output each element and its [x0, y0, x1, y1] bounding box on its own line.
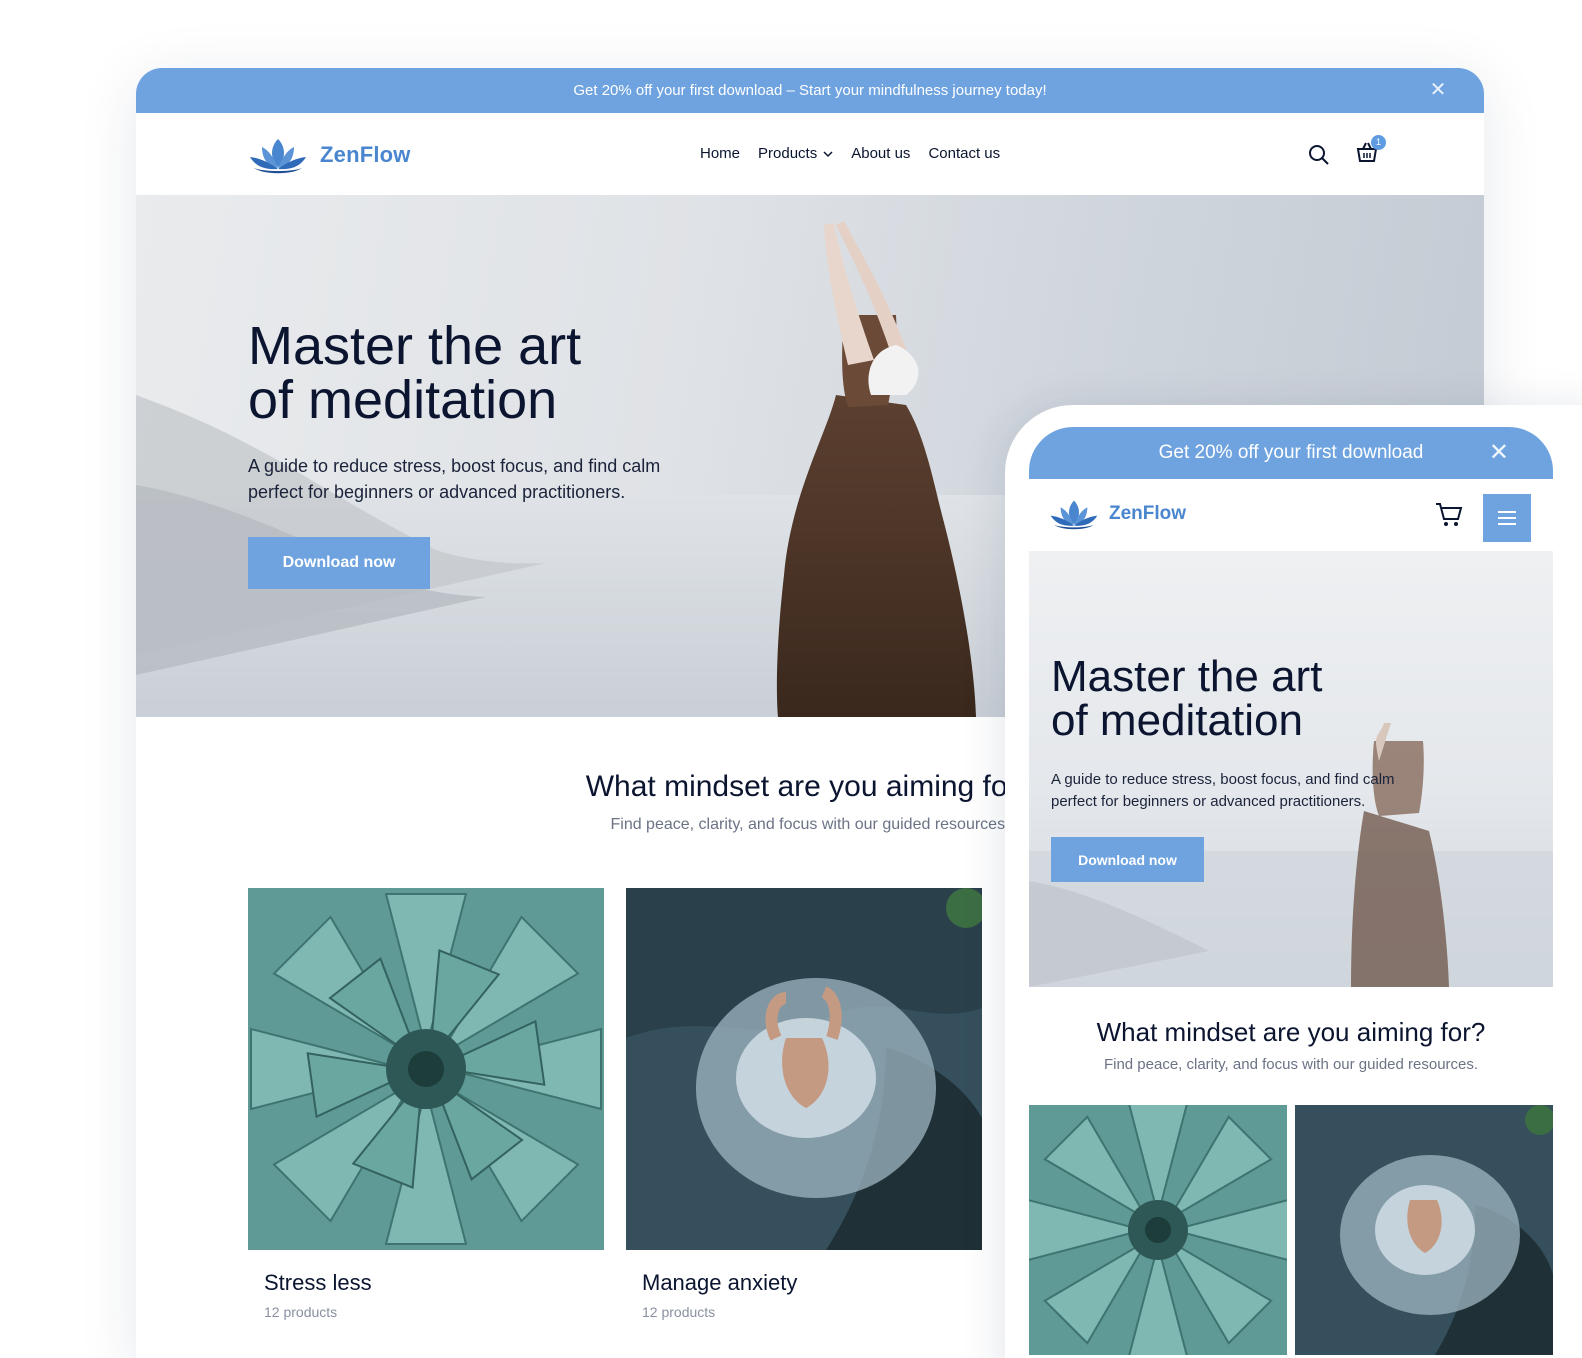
collection-name: Stress less: [264, 1270, 372, 1295]
collection-name: Manage anxiety: [642, 1270, 798, 1295]
mobile-announcement-bar: Get 20% off your first download ✕: [1029, 427, 1553, 479]
lotus-icon: [250, 139, 306, 174]
mobile-hero-title: Master the art of meditation: [1051, 655, 1322, 743]
close-icon[interactable]: ✕: [1489, 441, 1509, 465]
download-now-button[interactable]: Download now: [248, 537, 430, 589]
nav-products-label: Products: [758, 145, 818, 162]
mobile-hero-title-line1: Master the art: [1051, 652, 1323, 701]
menu-button[interactable]: [1483, 494, 1531, 542]
collection-card-manage-anxiety[interactable]: Manage anxiety 12 products: [626, 888, 982, 1320]
collection-count: 12 products: [264, 1304, 338, 1320]
close-icon[interactable]: ✕: [1428, 80, 1448, 100]
mobile-header: ZenFlow: [1029, 479, 1553, 551]
nav-contact[interactable]: Contact us: [928, 145, 1000, 162]
mobile-collections-subtitle: Find peace, clarity, and focus with our …: [1103, 1056, 1479, 1073]
collection-count: 12 products: [642, 1304, 716, 1320]
mobile-hero-title-line2: of meditation: [1051, 696, 1303, 745]
main-nav: Home Products About us Contact us: [700, 145, 1000, 162]
mobile-mockup: Get 20% off your first download ✕ ZenFlo…: [1005, 405, 1582, 1358]
mockup-stage: Get 20% off your first download – Start …: [0, 0, 1582, 1358]
cart-count-badge: 1: [1371, 135, 1386, 150]
mobile-logo[interactable]: ZenFlow: [1049, 497, 1186, 531]
hero-title-line2: of meditation: [248, 370, 558, 430]
header: ZenFlow Home Products About us Contact u…: [136, 113, 1484, 195]
mobile-logo-text: ZenFlow: [1109, 503, 1187, 524]
cart-icon[interactable]: [1435, 501, 1463, 527]
mobile-collections-title: What mindset are you aiming for?: [1096, 1017, 1486, 1047]
mobile-download-now-button[interactable]: Download now: [1051, 837, 1204, 882]
mobile-screen: Get 20% off your first download ✕ ZenFlo…: [1029, 427, 1553, 1355]
waterfall-image: [626, 888, 982, 1250]
header-actions: 1: [1308, 135, 1386, 168]
chevron-down-icon: [823, 150, 833, 157]
mobile-waterfall-image[interactable]: [1295, 1105, 1553, 1355]
announcement-bar: Get 20% off your first download – Start …: [136, 68, 1484, 113]
mobile-hero-description: A guide to reduce stress, boost focus, a…: [1051, 771, 1395, 810]
hero-title: Master the art of meditation: [248, 319, 581, 427]
nav-home[interactable]: Home: [700, 145, 740, 162]
search-icon[interactable]: [1308, 144, 1330, 166]
hero-description: A guide to reduce stress, boost focus, a…: [248, 456, 661, 502]
mobile-collection-grid: [1029, 1105, 1553, 1355]
cart-button[interactable]: 1: [1356, 135, 1386, 168]
collection-card-stress-less[interactable]: Stress less 12 products: [248, 888, 604, 1320]
logo-text: ZenFlow: [320, 142, 411, 167]
mobile-announcement-text: Get 20% off your first download: [1158, 442, 1424, 463]
logo[interactable]: ZenFlow: [248, 135, 411, 175]
nav-about[interactable]: About us: [851, 145, 910, 162]
mobile-hero-banner: Master the art of meditation A guide to …: [1029, 551, 1553, 987]
hero-title-line1: Master the art: [248, 316, 582, 376]
nav-products[interactable]: Products: [758, 145, 833, 162]
succulent-image: [248, 888, 604, 1250]
lotus-icon: [1050, 500, 1098, 530]
announcement-text: Get 20% off your first download – Start …: [573, 82, 1047, 99]
mobile-succulent-image[interactable]: [1029, 1105, 1287, 1355]
hamburger-icon: [1498, 511, 1516, 525]
